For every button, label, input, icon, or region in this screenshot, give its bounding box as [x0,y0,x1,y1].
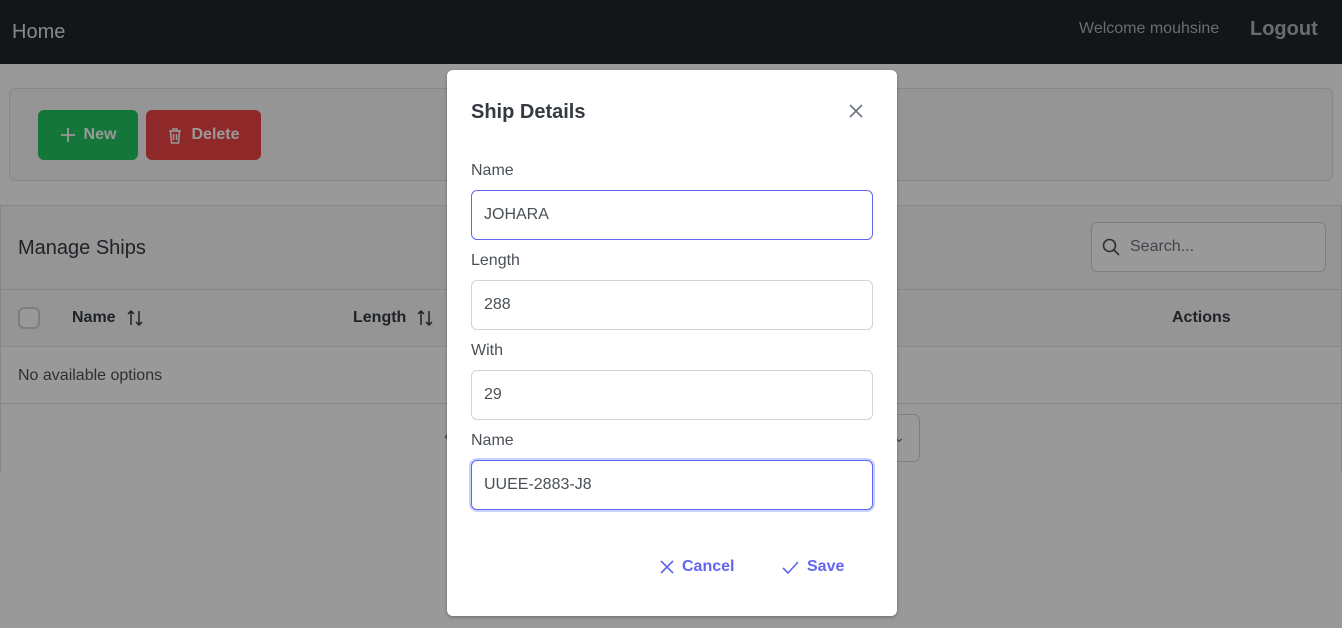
cancel-button-label: Cancel [682,558,735,575]
check-icon [782,560,799,574]
name-field-label: Name [471,162,514,179]
width-field-label: With [471,342,503,359]
name-field[interactable] [471,190,873,240]
dialog-title: Ship Details [471,101,586,123]
length-field-label: Length [471,252,520,269]
code-field[interactable] [471,460,873,510]
save-button[interactable]: Save [782,555,844,579]
close-icon[interactable] [843,98,869,124]
length-field[interactable] [471,280,873,330]
code-field-label: Name [471,432,514,449]
save-button-label: Save [807,558,845,575]
width-field[interactable] [471,370,873,420]
cancel-button[interactable]: Cancel [660,555,734,579]
ship-details-dialog: Ship Details Name Length With Name Cance… [447,70,897,616]
close-icon [660,560,674,574]
